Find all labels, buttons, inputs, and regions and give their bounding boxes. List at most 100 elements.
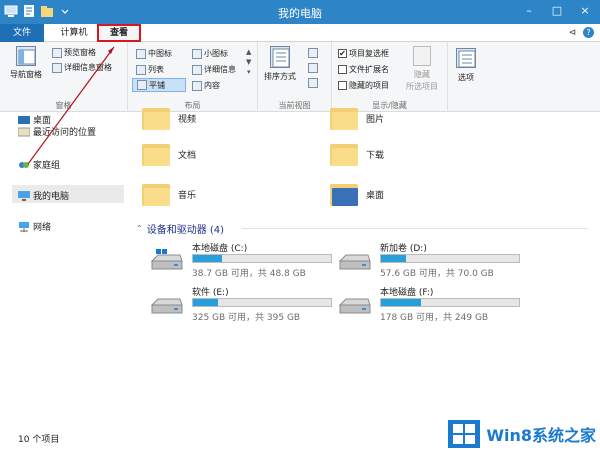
details-icon — [192, 64, 202, 75]
window-controls: – □ × — [518, 2, 596, 20]
folder-icon — [330, 105, 358, 131]
tab-view[interactable]: 查看 — [97, 24, 141, 42]
nav-network-label: 网络 — [33, 223, 52, 233]
tiles-label: 平铺 — [149, 80, 165, 90]
add-columns-icon[interactable] — [308, 63, 318, 73]
title-bar: 我的电脑 – □ × — [0, 0, 600, 24]
drive-name: 本地磁盘 (C:) — [192, 244, 248, 254]
nav-item-recent[interactable]: 最近访问的位置 — [17, 125, 97, 138]
sort-by-label: 排序方式 — [264, 72, 296, 81]
list-option[interactable]: 列表 — [136, 64, 164, 75]
nav-pane-icon — [16, 46, 36, 66]
drive-usage-bar — [380, 298, 520, 307]
collapse-chevron-icon[interactable]: ⌃ — [136, 224, 143, 233]
devices-section-title: 设备和驱动器 (4) — [146, 225, 225, 236]
scroll-up-icon[interactable]: ▲ — [246, 48, 251, 56]
tiles-icon — [137, 80, 147, 90]
details-label: 详细信息 — [204, 65, 236, 74]
nav-item-network[interactable]: 网络 — [18, 220, 51, 233]
tiles-option[interactable]: 平铺 — [132, 78, 186, 92]
content-area: 视频 图片 文档 下载 音乐 桌面 ⌃ 设备和驱动器 (4) 本地磁盘 (C:)… — [130, 108, 600, 420]
folder-pictures-label: 图片 — [366, 114, 385, 125]
drive-item[interactable]: 本地磁盘 (F:) 178 GB 可用，共 249 GB — [330, 285, 520, 329]
layout-scroll[interactable]: ▲ ▼ ▾ — [246, 48, 251, 76]
content-option[interactable]: 内容 — [192, 80, 220, 91]
folder-pictures[interactable]: 图片 — [330, 105, 384, 131]
hard-drive-icon — [338, 249, 372, 273]
nav-recent-label: 最近访问的位置 — [33, 128, 97, 138]
scroll-down-icon[interactable]: ▼ — [246, 58, 251, 66]
hide-selected-button[interactable]: 隐藏 所选项目 — [406, 46, 438, 92]
music-folder-icon — [142, 181, 170, 207]
medium-icons-option[interactable]: 中图标 — [136, 48, 172, 59]
medium-icons-label: 中图标 — [148, 49, 172, 58]
folder-music[interactable]: 音乐 — [142, 181, 196, 207]
nav-item-homegroup[interactable]: 家庭组 — [18, 158, 60, 171]
drive-item[interactable]: 本地磁盘 (C:) 38.7 GB 可用，共 48.8 GB — [142, 241, 332, 285]
details-pane-icon — [52, 62, 62, 73]
file-extensions-option[interactable]: 文件扩展名 — [338, 64, 389, 75]
small-icons-option[interactable]: 小图标 — [192, 48, 228, 59]
hide-selected-icon — [413, 46, 431, 66]
nav-this-pc-label: 我的电脑 — [33, 192, 70, 202]
file-extensions-checkbox[interactable] — [338, 65, 347, 74]
drive-name: 软件 (E:) — [192, 288, 229, 298]
expand-more-icon[interactable]: ▾ — [247, 68, 251, 76]
sort-icon — [270, 46, 290, 68]
small-icons-label: 小图标 — [204, 49, 228, 58]
drive-item[interactable]: 新加卷 (D:) 57.6 GB 可用，共 70.0 GB — [330, 241, 520, 285]
hide-selected-label-1: 隐藏 — [414, 70, 430, 79]
layout-group: 中图标 小图标 列表 详细信息 平铺 内容 ▲ ▼ ▾ 布局 — [128, 42, 258, 112]
current-view-group: 排序方式 当前视图 — [258, 42, 332, 112]
hidden-items-checkbox[interactable] — [338, 81, 347, 90]
options-group: 选项 — [448, 42, 488, 112]
folder-desktop[interactable]: 桌面 — [330, 181, 384, 207]
hide-selected-label-2: 所选项目 — [406, 82, 438, 91]
tab-file[interactable]: 文件 — [0, 24, 44, 42]
hidden-items-option[interactable]: 隐藏的项目 — [338, 80, 389, 91]
pin-ribbon-icon[interactable]: ⊲ — [569, 28, 577, 38]
sort-by-button[interactable]: 排序方式 — [264, 46, 296, 82]
desktop-icon — [18, 115, 30, 125]
nav-pane-button[interactable]: 导航窗格 — [6, 46, 46, 80]
drive-usage-fill — [193, 255, 222, 262]
drive-space: 178 GB 可用，共 249 GB — [380, 313, 489, 323]
maximize-button[interactable]: □ — [546, 2, 568, 20]
watermark: Win8系统之家 — [448, 420, 596, 448]
item-checkboxes-option[interactable]: ✔ 项目复选框 — [338, 48, 389, 59]
content-icon — [192, 80, 202, 91]
hard-drive-icon — [338, 293, 372, 317]
item-count: 10 个项目 — [18, 435, 60, 445]
folder-icon — [142, 105, 170, 131]
folder-documents[interactable]: 文档 — [142, 141, 196, 167]
preview-pane-button[interactable]: 预览窗格 — [52, 47, 96, 58]
size-columns-icon[interactable] — [308, 78, 318, 88]
folder-desktop-label: 桌面 — [366, 190, 385, 201]
medium-icons-icon — [136, 48, 146, 59]
file-extensions-label: 文件扩展名 — [349, 65, 389, 74]
windows-logo-icon — [448, 420, 481, 448]
ribbon: 导航窗格 预览窗格 详细信息窗格 窗格 中图标 小图标 列表 详细信息 平铺 内… — [0, 42, 600, 112]
close-button[interactable]: × — [574, 2, 596, 20]
minimize-button[interactable]: – — [518, 2, 540, 20]
drive-usage-bar — [380, 254, 520, 263]
item-checkboxes-label: 项目复选框 — [349, 49, 389, 58]
group-by-icon[interactable] — [308, 48, 318, 58]
details-option[interactable]: 详细信息 — [192, 64, 236, 75]
drive-name: 本地磁盘 (F:) — [380, 288, 434, 298]
help-icon[interactable]: ? — [583, 27, 594, 38]
devices-section-header[interactable]: ⌃ 设备和驱动器 (4) — [136, 221, 224, 236]
item-checkboxes-checkbox[interactable]: ✔ — [338, 49, 347, 58]
folder-downloads[interactable]: 下载 — [330, 141, 384, 167]
tab-computer[interactable]: 计算机 — [52, 24, 96, 42]
nav-item-this-pc[interactable]: 我的电脑 — [18, 189, 69, 202]
options-button[interactable]: 选项 — [456, 48, 476, 83]
drive-item[interactable]: 软件 (E:) 325 GB 可用，共 395 GB — [142, 285, 332, 329]
nav-homegroup-label: 家庭组 — [33, 161, 61, 171]
homegroup-icon — [18, 160, 30, 170]
folder-videos[interactable]: 视频 — [142, 105, 196, 131]
list-icon — [136, 64, 146, 75]
folder-downloads-label: 下载 — [366, 150, 385, 161]
folder-icon — [142, 141, 170, 167]
details-pane-button[interactable]: 详细信息窗格 — [52, 62, 112, 73]
